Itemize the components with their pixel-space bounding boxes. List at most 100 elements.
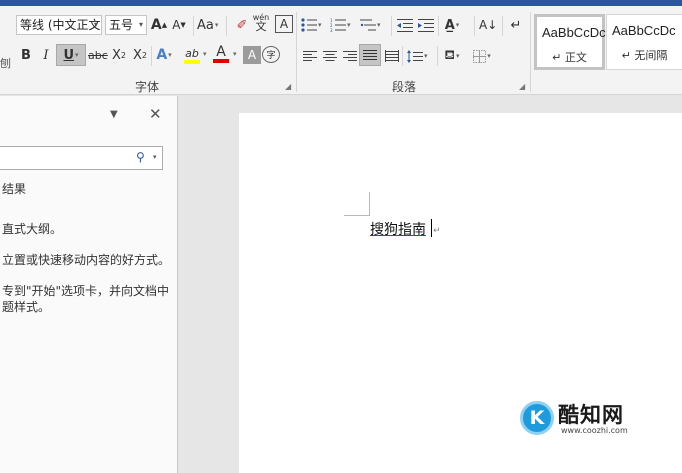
- style-normal-sample: AaBbCcDc: [542, 25, 606, 40]
- eraser-icon: ✐: [236, 17, 248, 33]
- paragraph-dialog-launcher-icon[interactable]: ◢: [519, 82, 525, 91]
- svg-text:3: 3: [330, 28, 333, 32]
- clear-formatting-button[interactable]: ✐: [233, 15, 251, 35]
- style-normal[interactable]: AaBbCcDc ↵ 正文: [534, 14, 606, 70]
- nav-hint-text: 立置或快速移动内容的好方式。: [2, 253, 171, 267]
- shrink-font-button[interactable]: A ▼: [170, 15, 188, 35]
- justify-button[interactable]: [359, 44, 381, 66]
- align-right-icon: [343, 50, 357, 61]
- paragraph-mark-icon: ↵: [510, 17, 522, 33]
- grow-font-icon: A: [150, 17, 162, 33]
- asian-layout-button[interactable]: A̲ ▾: [443, 15, 461, 35]
- pane-options-chevron-icon[interactable]: ▼: [110, 109, 118, 120]
- font-name-value: 等线 (中文正文: [20, 18, 101, 32]
- results-tab[interactable]: 结果: [2, 180, 26, 197]
- text-cursor: [431, 219, 432, 237]
- numbering-button[interactable]: 1 2 3 ▾: [330, 15, 351, 35]
- italic-button[interactable]: I: [37, 45, 55, 65]
- asian-layout-icon: A̲: [444, 17, 455, 33]
- text-effects-button[interactable]: A ▾: [155, 45, 173, 65]
- distributed-button[interactable]: [383, 46, 401, 66]
- align-right-button[interactable]: [341, 46, 359, 66]
- phonetic-bottom: 文: [255, 20, 267, 33]
- decrease-indent-icon: [397, 19, 413, 32]
- font-size-value: 五号: [109, 18, 134, 32]
- nav-hint-text: 专到"开始"选项卡，并向文档中: [2, 284, 170, 298]
- strikethrough-icon: abc: [88, 48, 108, 62]
- separator: [402, 46, 403, 66]
- shading-button[interactable]: ⛾ ▾: [443, 46, 461, 66]
- chevron-down-icon[interactable]: ▾: [153, 153, 157, 161]
- underline-button[interactable]: U ▾: [56, 44, 86, 66]
- change-case-icon: Aa: [197, 17, 214, 33]
- separator: [226, 16, 227, 36]
- change-case-button[interactable]: Aa ▾: [197, 15, 218, 35]
- enclose-characters-icon: 字: [266, 51, 276, 61]
- character-border-button[interactable]: A: [275, 15, 293, 33]
- line-spacing-icon: [407, 49, 423, 63]
- navigation-pane: ▼ ✕ ⚲ ▾ 结果 直式大纲。 立置或快速移动内容的好方式。 专到"开始"选项…: [0, 96, 178, 473]
- multilevel-list-button[interactable]: ▾: [360, 15, 381, 35]
- character-shading-icon: A: [247, 48, 257, 62]
- show-hide-marks-button[interactable]: ↵: [507, 15, 525, 35]
- enclose-characters-button[interactable]: 字: [262, 46, 280, 63]
- document-text[interactable]: 搜狗指南: [370, 219, 426, 239]
- highlight-button[interactable]: ab: [183, 45, 201, 65]
- align-center-button[interactable]: [321, 46, 339, 66]
- increase-indent-icon: [418, 19, 434, 32]
- chevron-down-icon: ▾: [93, 20, 98, 29]
- font-color-button[interactable]: A: [212, 44, 230, 64]
- superscript-mark: 2: [141, 50, 147, 60]
- font-name-combo[interactable]: 等线 (中文正文 ▾: [16, 15, 102, 35]
- borders-button[interactable]: ▾: [473, 46, 491, 66]
- watermark-url: www.coozhi.com: [561, 426, 628, 435]
- font-size-combo[interactable]: 五号 ▾: [105, 15, 147, 35]
- borders-icon: [473, 49, 487, 63]
- bold-button[interactable]: B: [17, 45, 35, 65]
- align-left-button[interactable]: [301, 46, 319, 66]
- watermark-title: 酷知网: [558, 403, 624, 427]
- search-icon[interactable]: ⚲: [136, 150, 145, 164]
- font-dialog-launcher-icon[interactable]: ◢: [285, 82, 291, 91]
- distributed-icon: [385, 49, 399, 62]
- highlighter-icon: ab: [185, 46, 199, 60]
- chevron-down-icon: ▾: [138, 20, 143, 29]
- bullets-button[interactable]: ▾: [301, 15, 322, 35]
- subscript-button[interactable]: X2: [110, 45, 128, 65]
- chevron-down-icon: ▾: [233, 50, 237, 58]
- underline-icon: U: [63, 47, 75, 63]
- line-spacing-button[interactable]: ▾: [407, 46, 428, 66]
- phonetic-guide-button[interactable]: wén 文: [252, 12, 270, 32]
- sort-button[interactable]: A↓: [479, 15, 497, 35]
- search-input[interactable]: ⚲ ▾: [0, 146, 163, 170]
- nav-hint-text: 直式大纲。: [2, 222, 63, 236]
- separator: [438, 16, 439, 36]
- font-group-label: 字体: [135, 80, 160, 94]
- left-edge-label: 刨: [0, 57, 11, 70]
- superscript-button[interactable]: X2: [131, 45, 149, 65]
- margin-crop-mark: [344, 215, 369, 216]
- highlight-color-bar: [184, 59, 200, 64]
- separator: [151, 46, 152, 66]
- separator: [437, 46, 438, 66]
- character-shading-button[interactable]: A: [243, 46, 261, 64]
- style-no-spacing-sample: AaBbCcDc: [612, 23, 676, 38]
- character-border-icon: A: [279, 17, 289, 31]
- increase-indent-button[interactable]: [417, 15, 435, 35]
- shrink-font-icon: A: [172, 18, 181, 32]
- multilevel-list-icon: [360, 19, 376, 31]
- font-color-icon: A: [216, 44, 226, 60]
- separator: [502, 16, 503, 36]
- strikethrough-button[interactable]: abc: [88, 45, 108, 65]
- chevron-down-icon: ▾: [203, 50, 207, 58]
- italic-icon: I: [43, 47, 49, 63]
- decrease-indent-button[interactable]: [396, 15, 414, 35]
- close-icon[interactable]: ✕: [149, 105, 162, 123]
- paragraph-group-label: 段落: [392, 80, 417, 94]
- style-no-spacing[interactable]: AaBbCcDc ↵ 无间隔: [606, 14, 682, 70]
- align-left-icon: [303, 50, 317, 61]
- style-no-spacing-name: ↵ 无间隔: [621, 49, 668, 62]
- separator: [193, 16, 194, 36]
- grow-font-button[interactable]: A ▲: [150, 15, 168, 35]
- style-normal-name: ↵ 正文: [552, 51, 587, 64]
